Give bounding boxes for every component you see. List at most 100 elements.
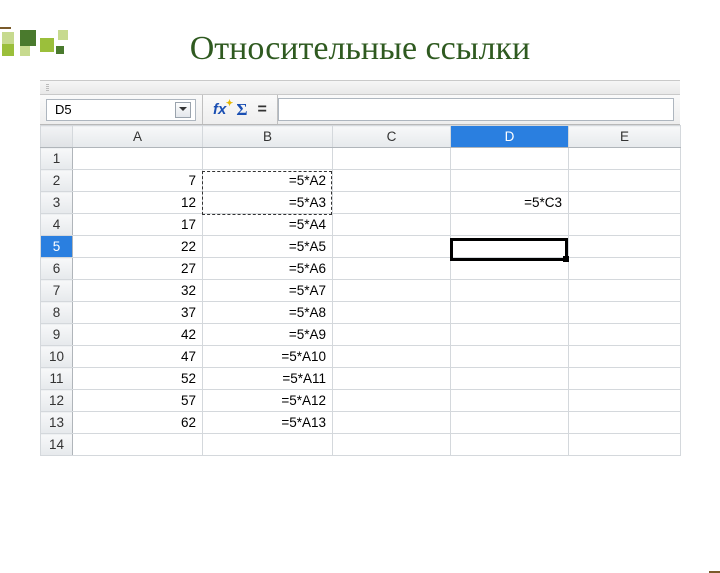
cell-C3[interactable] — [333, 192, 451, 214]
cell-B13[interactable]: =5*A13 — [203, 412, 333, 434]
cell-D3[interactable]: =5*C3 — [451, 192, 569, 214]
cell-C2[interactable] — [333, 170, 451, 192]
cell-B7[interactable]: =5*A7 — [203, 280, 333, 302]
row-header[interactable]: 11 — [41, 368, 73, 390]
cell-D2[interactable] — [451, 170, 569, 192]
col-header-A[interactable]: A — [73, 126, 203, 148]
row-header[interactable]: 6 — [41, 258, 73, 280]
col-header-B[interactable]: B — [203, 126, 333, 148]
cell-C1[interactable] — [333, 148, 451, 170]
cell-E8[interactable] — [569, 302, 681, 324]
cell-A13[interactable]: 62 — [73, 412, 203, 434]
cell-B10[interactable]: =5*A10 — [203, 346, 333, 368]
grid-row: 942=5*A9 — [41, 324, 681, 346]
cell-D14[interactable] — [451, 434, 569, 456]
cell-C10[interactable] — [333, 346, 451, 368]
cell-B8[interactable]: =5*A8 — [203, 302, 333, 324]
cell-A10[interactable]: 47 — [73, 346, 203, 368]
cell-E3[interactable] — [569, 192, 681, 214]
row-header[interactable]: 12 — [41, 390, 73, 412]
cell-C7[interactable] — [333, 280, 451, 302]
cell-E4[interactable] — [569, 214, 681, 236]
cell-D4[interactable] — [451, 214, 569, 236]
cell-D6[interactable] — [451, 258, 569, 280]
cell-B9[interactable]: =5*A9 — [203, 324, 333, 346]
row-header[interactable]: 8 — [41, 302, 73, 324]
cell-B5[interactable]: =5*A5 — [203, 236, 333, 258]
cell-D11[interactable] — [451, 368, 569, 390]
cell-D10[interactable] — [451, 346, 569, 368]
formula-input[interactable] — [278, 98, 674, 121]
cell-C11[interactable] — [333, 368, 451, 390]
cell-D9[interactable] — [451, 324, 569, 346]
cell-C6[interactable] — [333, 258, 451, 280]
row-header[interactable]: 4 — [41, 214, 73, 236]
equals-icon[interactable]: = — [257, 101, 266, 119]
cell-C5[interactable] — [333, 236, 451, 258]
cell-A5[interactable]: 22 — [73, 236, 203, 258]
cell-B2[interactable]: =5*A2 — [203, 170, 333, 192]
cell-E13[interactable] — [569, 412, 681, 434]
cell-A4[interactable]: 17 — [73, 214, 203, 236]
worksheet[interactable]: A B C D E 127=5*A2312=5*A3=5*C3417=5*A45… — [40, 125, 680, 456]
row-header[interactable]: 5 — [41, 236, 73, 258]
cell-E12[interactable] — [569, 390, 681, 412]
cell-E7[interactable] — [569, 280, 681, 302]
row-header[interactable]: 7 — [41, 280, 73, 302]
cell-C4[interactable] — [333, 214, 451, 236]
col-header-C[interactable]: C — [333, 126, 451, 148]
cell-E5[interactable] — [569, 236, 681, 258]
cell-B14[interactable] — [203, 434, 333, 456]
cell-E2[interactable] — [569, 170, 681, 192]
fx-icon[interactable]: fx — [213, 101, 226, 118]
cell-B4[interactable]: =5*A4 — [203, 214, 333, 236]
cell-C13[interactable] — [333, 412, 451, 434]
cell-E6[interactable] — [569, 258, 681, 280]
col-header-E[interactable]: E — [569, 126, 681, 148]
cell-C12[interactable] — [333, 390, 451, 412]
cell-A1[interactable] — [73, 148, 203, 170]
cell-C8[interactable] — [333, 302, 451, 324]
select-all-corner[interactable] — [41, 126, 73, 148]
cell-A9[interactable]: 42 — [73, 324, 203, 346]
cell-D1[interactable] — [451, 148, 569, 170]
row-header[interactable]: 10 — [41, 346, 73, 368]
row-header[interactable]: 14 — [41, 434, 73, 456]
sigma-icon[interactable]: Σ — [236, 100, 247, 120]
row-header[interactable]: 13 — [41, 412, 73, 434]
row-header[interactable]: 3 — [41, 192, 73, 214]
cell-D13[interactable] — [451, 412, 569, 434]
cell-A14[interactable] — [73, 434, 203, 456]
cell-A7[interactable]: 32 — [73, 280, 203, 302]
col-header-D[interactable]: D — [451, 126, 569, 148]
cell-A6[interactable]: 27 — [73, 258, 203, 280]
cell-C14[interactable] — [333, 434, 451, 456]
cell-B6[interactable]: =5*A6 — [203, 258, 333, 280]
cell-D7[interactable] — [451, 280, 569, 302]
cell-A12[interactable]: 57 — [73, 390, 203, 412]
row-header[interactable]: 1 — [41, 148, 73, 170]
toolbar-grip[interactable] — [46, 84, 49, 92]
cell-E9[interactable] — [569, 324, 681, 346]
cell-B11[interactable]: =5*A11 — [203, 368, 333, 390]
cell-D5[interactable] — [451, 236, 569, 258]
cell-C9[interactable] — [333, 324, 451, 346]
cell-A8[interactable]: 37 — [73, 302, 203, 324]
cell-E10[interactable] — [569, 346, 681, 368]
spreadsheet-app: D5 fx Σ = A B C D E — [40, 80, 680, 456]
row-header[interactable]: 9 — [41, 324, 73, 346]
row-header[interactable]: 2 — [41, 170, 73, 192]
cell-E14[interactable] — [569, 434, 681, 456]
cell-A3[interactable]: 12 — [73, 192, 203, 214]
cell-E11[interactable] — [569, 368, 681, 390]
cell-B1[interactable] — [203, 148, 333, 170]
cell-D8[interactable] — [451, 302, 569, 324]
name-box[interactable]: D5 — [46, 99, 196, 121]
cell-A2[interactable]: 7 — [73, 170, 203, 192]
cell-D12[interactable] — [451, 390, 569, 412]
cell-B3[interactable]: =5*A3 — [203, 192, 333, 214]
cell-A11[interactable]: 52 — [73, 368, 203, 390]
cell-E1[interactable] — [569, 148, 681, 170]
name-box-dropdown[interactable] — [175, 102, 191, 118]
cell-B12[interactable]: =5*A12 — [203, 390, 333, 412]
